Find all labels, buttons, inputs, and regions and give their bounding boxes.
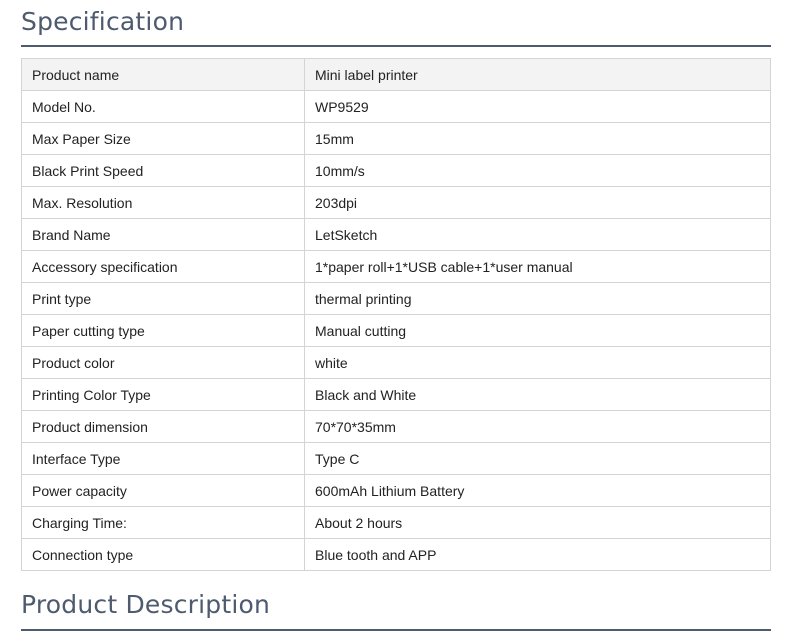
spec-value: 203dpi: [304, 186, 771, 219]
spec-value: white: [304, 346, 771, 379]
spec-value: 1*paper roll+1*USB cable+1*user manual: [304, 250, 771, 283]
spec-row: Black Print Speed 10mm/s: [21, 154, 771, 187]
spec-value: 70*70*35mm: [304, 410, 771, 443]
spec-row: Brand Name LetSketch: [21, 218, 771, 251]
spec-value: Manual cutting: [304, 314, 771, 347]
spec-value: 15mm: [304, 122, 771, 155]
spec-value: Mini label printer: [304, 58, 771, 91]
spec-label: Paper cutting type: [21, 314, 305, 347]
spec-value: WP9529: [304, 90, 771, 123]
spec-label: Product dimension: [21, 410, 305, 443]
spec-label: Model No.: [21, 90, 305, 123]
spec-label: Max. Resolution: [21, 186, 305, 219]
specification-divider: [21, 45, 771, 47]
spec-row: Power capacity 600mAh Lithium Battery: [21, 474, 771, 507]
spec-value: thermal printing: [304, 282, 771, 315]
spec-row: Charging Time: About 2 hours: [21, 506, 771, 539]
spec-label: Charging Time:: [21, 506, 305, 539]
spec-value: About 2 hours: [304, 506, 771, 539]
spec-value: LetSketch: [304, 218, 771, 251]
spec-label: Print type: [21, 282, 305, 315]
specification-table: Product name Mini label printer Model No.…: [21, 58, 771, 571]
spec-row: Max Paper Size 15mm: [21, 122, 771, 155]
spec-label: Printing Color Type: [21, 378, 305, 411]
spec-row: Interface Type Type C: [21, 442, 771, 475]
spec-row: Max. Resolution 203dpi: [21, 186, 771, 219]
spec-value: 600mAh Lithium Battery: [304, 474, 771, 507]
spec-label: Power capacity: [21, 474, 305, 507]
spec-row: Product name Mini label printer: [21, 58, 771, 91]
spec-value: Black and White: [304, 378, 771, 411]
spec-value: 10mm/s: [304, 154, 771, 187]
spec-label: Accessory specification: [21, 250, 305, 283]
spec-value: Type C: [304, 442, 771, 475]
spec-row: Connection type Blue tooth and APP: [21, 538, 771, 571]
spec-row: Product color white: [21, 346, 771, 379]
spec-row: Model No. WP9529: [21, 90, 771, 123]
spec-row: Printing Color Type Black and White: [21, 378, 771, 411]
spec-label: Brand Name: [21, 218, 305, 251]
spec-label: Connection type: [21, 538, 305, 571]
spec-label: Black Print Speed: [21, 154, 305, 187]
spec-label: Product name: [21, 58, 305, 91]
spec-row: Accessory specification 1*paper roll+1*US…: [21, 250, 771, 283]
spec-label: Product color: [21, 346, 305, 379]
spec-row: Print type thermal printing: [21, 282, 771, 315]
spec-label: Max Paper Size: [21, 122, 305, 155]
spec-row: Paper cutting type Manual cutting: [21, 314, 771, 347]
spec-label: Interface Type: [21, 442, 305, 475]
product-description-divider: [21, 629, 771, 631]
product-description-heading: Product Description: [21, 590, 271, 619]
specification-heading: Specification: [21, 7, 185, 36]
spec-value: Blue tooth and APP: [304, 538, 771, 571]
spec-row: Product dimension 70*70*35mm: [21, 410, 771, 443]
